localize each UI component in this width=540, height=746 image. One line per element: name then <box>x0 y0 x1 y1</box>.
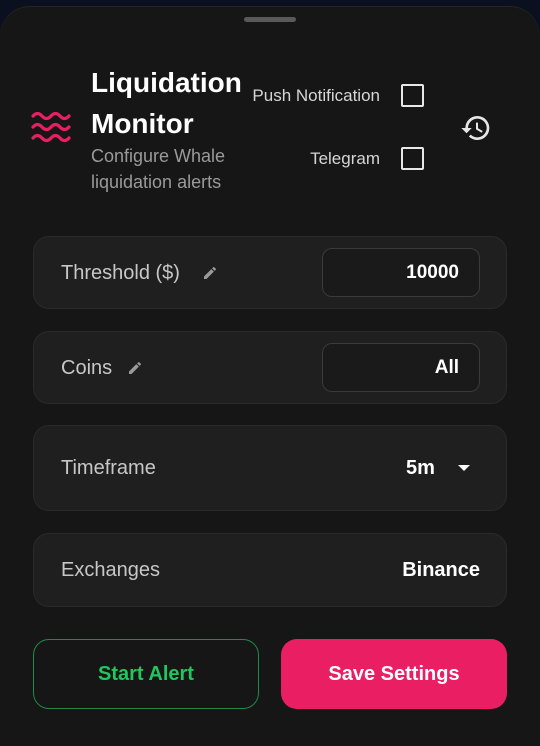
start-alert-button[interactable]: Start Alert <box>33 639 259 709</box>
threshold-label: Threshold ($) <box>61 262 180 284</box>
timeframe-label: Timeframe <box>61 457 156 479</box>
title-line-1: Liquidation <box>91 67 242 98</box>
history-icon[interactable] <box>460 112 492 144</box>
coins-input[interactable]: All <box>322 343 480 392</box>
coins-card: Coins All <box>33 331 507 404</box>
push-notification-label: Push Notification <box>252 86 380 105</box>
coins-label: Coins <box>61 357 113 379</box>
exchanges-value[interactable]: Binance <box>402 557 480 583</box>
threshold-card: Threshold ($) 10000 <box>33 236 507 309</box>
timeframe-card[interactable]: Timeframe 5m <box>33 425 507 511</box>
push-notification-checkbox[interactable] <box>401 84 424 107</box>
pencil-icon[interactable] <box>202 265 218 281</box>
page-title: Liquidation Monitor <box>91 62 261 144</box>
telegram-label: Telegram <box>310 149 380 168</box>
save-settings-button[interactable]: Save Settings <box>281 639 507 709</box>
drag-handle[interactable] <box>244 17 296 22</box>
timeframe-value[interactable]: 5m <box>406 455 435 481</box>
page-subtitle: Configure Whale liquidation alerts <box>91 146 226 192</box>
chevron-down-icon[interactable] <box>458 465 470 471</box>
threshold-input[interactable]: 10000 <box>322 248 480 297</box>
pencil-icon[interactable] <box>127 360 143 376</box>
exchanges-card[interactable]: Exchanges Binance <box>33 533 507 607</box>
waves-icon <box>31 111 71 143</box>
telegram-checkbox[interactable] <box>401 147 424 170</box>
title-line-2: Monitor <box>91 108 194 139</box>
exchanges-label: Exchanges <box>61 559 160 581</box>
